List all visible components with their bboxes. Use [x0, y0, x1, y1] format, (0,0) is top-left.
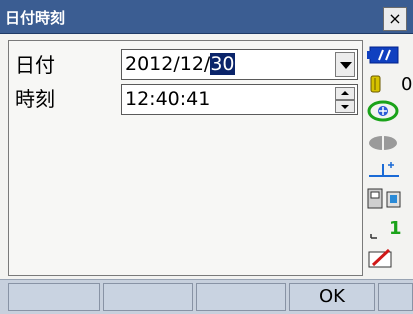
function-key-3[interactable]: [196, 283, 286, 311]
function-key-1[interactable]: [8, 283, 100, 311]
tilt-icon[interactable]: [365, 130, 413, 156]
close-button[interactable]: ×: [383, 7, 407, 31]
date-label: 日付: [15, 53, 55, 77]
time-value: 12:40:41: [125, 88, 211, 110]
page-indicator-value: 1: [389, 218, 402, 239]
target-icon[interactable]: [365, 98, 413, 124]
page-indicator-icon[interactable]: 1: [365, 218, 413, 244]
window: 日付時刻 × 日付 2012/12/30 時刻 12:40:41 0 1 OK: [0, 0, 413, 314]
counter-value: 0: [401, 74, 413, 95]
battery-icon[interactable]: [365, 42, 413, 68]
date-value: 2012/12/30: [125, 53, 235, 75]
window-title: 日付時刻: [5, 9, 66, 27]
date-time-panel: 日付 2012/12/30 時刻 12:40:41: [8, 40, 363, 276]
ok-button[interactable]: OK: [289, 283, 375, 311]
device-icon[interactable]: [365, 186, 413, 212]
spin-down-button[interactable]: [335, 100, 355, 113]
dropdown-arrow-button[interactable]: [335, 52, 355, 77]
date-day-selection: 30: [210, 53, 235, 75]
function-key-2[interactable]: [103, 283, 193, 311]
function-key-bar: OK: [0, 279, 413, 314]
time-spinner[interactable]: 12:40:41: [121, 84, 358, 115]
signal-icon[interactable]: 0: [365, 71, 413, 97]
status-sidebar: 0 1: [365, 40, 413, 276]
title-bar: 日付時刻 ×: [0, 0, 413, 34]
level-icon[interactable]: [365, 156, 413, 182]
pen-icon[interactable]: [365, 246, 413, 272]
spin-up-button[interactable]: [335, 87, 355, 100]
date-dropdown[interactable]: 2012/12/30: [121, 49, 358, 80]
time-label: 時刻: [15, 87, 55, 111]
function-key-5[interactable]: [378, 283, 413, 311]
